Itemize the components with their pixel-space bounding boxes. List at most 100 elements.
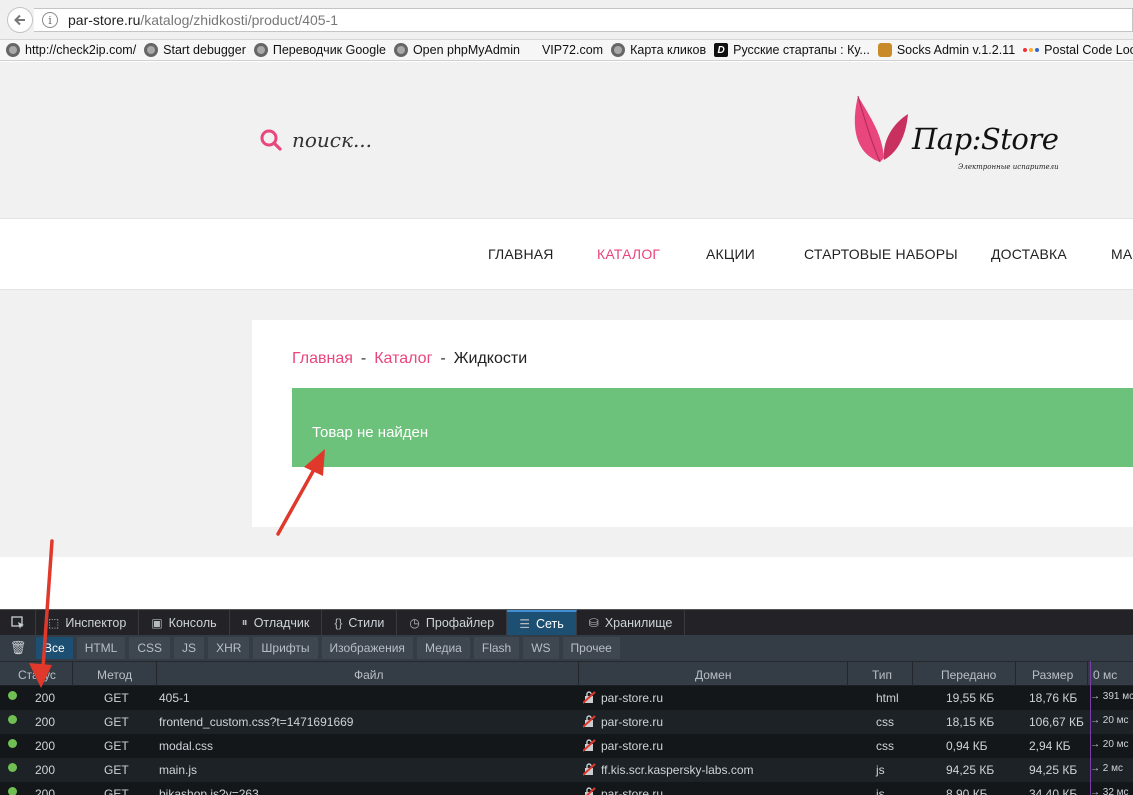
filter-button[interactable]: WS	[523, 637, 559, 659]
request-status: 200	[35, 763, 56, 777]
devtools-tab[interactable]: ⏸ Отладчик	[230, 610, 323, 635]
filter-button[interactable]: XHR	[208, 637, 250, 659]
request-row[interactable]: 200 GET main.js ff.kis.scr.kaspersky-labs.c…	[0, 758, 1133, 782]
breadcrumb-separator: -	[440, 350, 446, 367]
breadcrumb-separator: -	[360, 350, 367, 367]
bookmark-item[interactable]: Open phpMyAdmin	[393, 43, 520, 57]
bookmark-label: Open phpMyAdmin	[412, 43, 520, 57]
column-divider[interactable]	[72, 662, 73, 686]
devtools-tab-label: Профайлер	[425, 615, 495, 630]
column-divider[interactable]	[578, 662, 579, 686]
nav-item-1[interactable]: ГЛАВНАЯ	[488, 246, 554, 262]
nav-item-2[interactable]: КАТАЛОГ	[597, 246, 660, 262]
filter-button[interactable]: Прочее	[562, 637, 620, 659]
filter-button[interactable]: Шрифты	[253, 637, 318, 659]
column-divider[interactable]	[1087, 662, 1088, 686]
bookmark-item[interactable]: Socks Admin v.1.2.11	[877, 43, 1015, 57]
bookmark-item[interactable]: http://check2ip.com/	[6, 43, 136, 57]
column-transferred[interactable]: Передано	[941, 668, 996, 682]
column-divider[interactable]	[847, 662, 848, 686]
bookmark-label: Переводчик Google	[272, 43, 386, 57]
network-request-list: 200 GET 405-1 par-store.ru html 19,55 КБ 18,76…	[0, 686, 1133, 795]
d-icon: D	[714, 43, 729, 57]
devtools-tab-label: Инспектор	[65, 615, 127, 630]
nav-item-6[interactable]: МА	[1111, 246, 1132, 262]
nav-item-3[interactable]: АКЦИИ	[706, 246, 755, 262]
bookmark-item[interactable]: D Русские стартапы : Ку...	[714, 43, 870, 57]
request-timing: → 20 мс	[1090, 739, 1129, 750]
insecure-connection-icon	[583, 715, 596, 728]
request-row[interactable]: 200 GET modal.css par-store.ru css 0,94 КБ 2,9…	[0, 734, 1133, 758]
filter-button[interactable]: JS	[174, 637, 205, 659]
nav-item-4[interactable]: СТАРТОВЫЕ НАБОРЫ	[804, 246, 958, 262]
request-row[interactable]: 200 GET frontend_custom.css?t=1471691669 pa…	[0, 710, 1133, 734]
column-divider[interactable]	[912, 662, 913, 686]
profiler-icon: ◷	[409, 615, 420, 630]
column-domain[interactable]: Домен	[695, 668, 732, 682]
request-method: GET	[104, 787, 129, 795]
column-divider[interactable]	[156, 662, 157, 686]
bookmark-item[interactable]: Postal Code Lookup	[1023, 43, 1133, 57]
devtools-tab[interactable]: ☰ Сеть	[507, 610, 577, 635]
request-timing: → 2 мс	[1090, 763, 1123, 774]
bookmark-label: Русские стартапы : Ку...	[733, 43, 870, 57]
request-row[interactable]: 200 GET 405-1 par-store.ru html 19,55 КБ 18,76…	[0, 686, 1133, 710]
request-file: modal.css	[159, 739, 214, 753]
element-picker-button[interactable]	[0, 610, 36, 635]
nav-item-5[interactable]: ДОСТАВКА	[991, 246, 1067, 262]
devtools-tab[interactable]: {} Стили	[322, 610, 398, 635]
back-arrow-icon	[14, 14, 25, 26]
request-method: GET	[104, 739, 129, 753]
back-button[interactable]	[7, 7, 33, 33]
site-logo[interactable]: Пар:Store Электронные испарители	[852, 92, 1062, 182]
devtools-tab[interactable]: ▣ Консоль	[139, 610, 230, 635]
bookmark-item[interactable]: Переводчик Google	[253, 43, 386, 57]
filter-button[interactable]: Медиа	[416, 637, 470, 659]
filter-button[interactable]: Flash	[473, 637, 520, 659]
insecure-connection-icon	[583, 763, 596, 776]
site-info-icon[interactable]: i	[42, 12, 58, 28]
logo-subtitle: Электронные испарители	[958, 163, 1059, 171]
devtools-tab[interactable]: ◷ Профайлер	[397, 610, 508, 635]
filter-button[interactable]: HTML	[76, 637, 126, 659]
filter-button[interactable]: CSS	[129, 637, 171, 659]
request-status: 200	[35, 715, 56, 729]
address-bar[interactable]: i par-store.ru/katalog/zhidkosti/product…	[34, 8, 1133, 32]
filter-button[interactable]: Изображения	[321, 637, 413, 659]
column-type[interactable]: Тип	[872, 668, 892, 682]
butterfly-logo-icon	[854, 95, 908, 163]
request-size: 94,25 КБ	[1029, 763, 1078, 777]
network-icon: ☰	[519, 616, 530, 631]
clear-requests-icon[interactable]: 🗑	[0, 640, 36, 656]
globe-icon	[611, 43, 626, 57]
search-box[interactable]: поиск...	[260, 128, 372, 152]
timeline-marker	[1090, 661, 1091, 795]
bookmark-item[interactable]: Карта кликов	[611, 43, 706, 57]
devtools-tab-label: Стили	[348, 615, 385, 630]
request-type: html	[876, 691, 899, 705]
bookmark-item[interactable]: VIP72.com	[528, 43, 603, 57]
column-timeline[interactable]: 0 мс	[1093, 668, 1117, 682]
request-size: 34,40 КБ	[1029, 787, 1078, 795]
request-status: 200	[35, 739, 56, 753]
request-row[interactable]: 200 GET bikashop.js?v=263 par-store.ru js 8,9…	[0, 782, 1133, 795]
globe-icon	[6, 43, 20, 57]
devtools-tab[interactable]: ⬚ Инспектор	[36, 610, 140, 635]
column-method[interactable]: Метод	[97, 668, 132, 682]
bookmark-item[interactable]: Start debugger	[144, 43, 246, 57]
breadcrumb-home[interactable]: Главная	[292, 350, 353, 367]
request-transferred: 0,94 КБ	[946, 739, 988, 753]
devtools-tab-label: Консоль	[168, 615, 217, 630]
globe-icon	[144, 43, 159, 57]
request-transferred: 18,15 КБ	[946, 715, 995, 729]
column-status[interactable]: Статус	[18, 668, 56, 682]
request-size: 18,76 КБ	[1029, 691, 1078, 705]
breadcrumb-catalog[interactable]: Каталог	[374, 350, 432, 367]
column-file[interactable]: Файл	[354, 668, 384, 682]
column-divider[interactable]	[1015, 662, 1016, 686]
search-placeholder: поиск...	[292, 128, 373, 152]
devtools-tab[interactable]: ⛁ Хранилище	[577, 610, 686, 635]
column-size[interactable]: Размер	[1032, 668, 1073, 682]
filter-button[interactable]: Все	[36, 637, 73, 659]
request-transferred: 19,55 КБ	[946, 691, 995, 705]
